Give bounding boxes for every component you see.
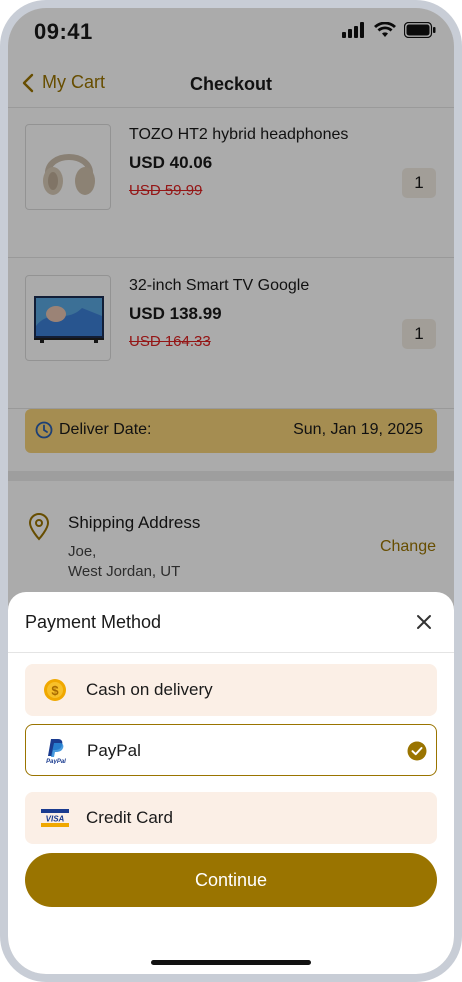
payment-option-label: Cash on delivery	[86, 680, 213, 699]
payment-method-sheet: Payment Method $ Cash on delivery PayPal…	[8, 592, 454, 974]
sheet-title: Payment Method	[25, 612, 162, 632]
paypal-icon: PayPal	[42, 739, 70, 764]
checkmark-icon	[407, 741, 427, 761]
close-icon[interactable]	[414, 612, 434, 632]
visa-icon: VISA	[41, 806, 69, 830]
coin-icon: $	[41, 678, 69, 702]
payment-option-paypal[interactable]: PayPal PayPal	[25, 724, 437, 776]
payment-option-label: PayPal	[87, 741, 141, 760]
payment-option-label: Credit Card	[86, 808, 173, 827]
continue-button[interactable]: Continue	[25, 853, 437, 907]
device-frame: 09:41 My Cart Checkout TOZO HT2 hybrid h…	[0, 0, 462, 982]
payment-option-credit-card[interactable]: VISA Credit Card	[25, 792, 437, 844]
svg-text:$: $	[51, 683, 59, 698]
svg-text:PayPal: PayPal	[46, 759, 66, 764]
screen: 09:41 My Cart Checkout TOZO HT2 hybrid h…	[8, 8, 454, 974]
sheet-divider	[8, 652, 454, 653]
svg-text:VISA: VISA	[46, 815, 65, 824]
home-indicator	[151, 960, 311, 965]
payment-option-cash[interactable]: $ Cash on delivery	[25, 664, 437, 716]
